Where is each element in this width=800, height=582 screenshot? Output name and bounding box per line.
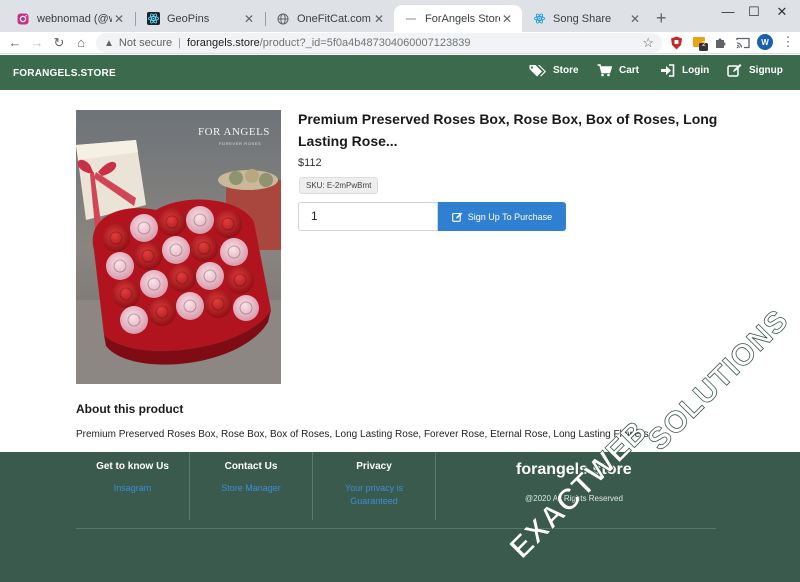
footer-heading: Privacy (356, 461, 392, 472)
tab-instagram[interactable]: webnomad (@webnomad) ✕ (6, 5, 134, 32)
chrome-menu-icon[interactable]: ⋮ (779, 34, 797, 50)
react-icon (146, 12, 160, 26)
site-brand[interactable]: FORANGELS.STORE (13, 68, 116, 79)
instagram-link[interactable]: Insagram (76, 482, 189, 495)
minimize-button[interactable]: — (718, 4, 738, 19)
ublock-extension-icon[interactable] (670, 36, 684, 50)
tab-title: webnomad (@webnomad) (37, 12, 112, 25)
tags-icon (529, 65, 546, 77)
product-price: $112 (298, 157, 322, 169)
sign-up-to-purchase-button[interactable]: Sign Up To Purchase (438, 202, 566, 231)
tab-forangels[interactable]: ForAngels Store ✕ (394, 5, 522, 32)
new-tab-button[interactable]: + (656, 9, 667, 27)
cart-icon (597, 64, 612, 77)
browser-tab-strip: webnomad (@webnomad) ✕ GeoPins ✕ OneFitC… (0, 0, 800, 32)
product-image: FOR ANGELS FOREVER ROSES (76, 110, 281, 384)
product-title: Premium Preserved Roses Box, Rose Box, B… (298, 111, 718, 149)
url-path: /product?_id=5f0a4b487304060007123839 (259, 37, 471, 49)
image-brand-text: FOR ANGELS (198, 126, 270, 138)
tab-geopins[interactable]: GeoPins ✕ (136, 5, 264, 32)
tab-songshare[interactable]: Song Share ✕ (522, 5, 650, 32)
nav-cart[interactable]: Cart (597, 64, 639, 77)
footer-copyright: @2020 All Rights Reserved (525, 494, 623, 503)
maximize-button[interactable]: ☐ (744, 4, 764, 20)
footer-heading: Get to know Us (96, 461, 169, 472)
footer-divider (435, 452, 436, 520)
back-button[interactable]: ← (6, 35, 24, 51)
tab-title: ForAngels Store (425, 12, 500, 25)
tab-onefitcat[interactable]: OneFitCat.com Solutions ✕ (266, 5, 394, 32)
footer-heading: Contact Us (224, 461, 278, 472)
signup-icon (727, 64, 742, 77)
profile-avatar[interactable]: W (757, 34, 773, 50)
forward-button[interactable]: → (28, 35, 46, 51)
nav-signup-label: Signup (749, 65, 783, 76)
nav-store-label: Store (553, 65, 579, 76)
close-icon[interactable]: ✕ (112, 12, 126, 26)
nav-login[interactable]: Login (660, 64, 709, 77)
login-icon (661, 64, 675, 77)
window-close-button[interactable]: ✕ (772, 4, 792, 20)
quantity-input[interactable]: 1 (298, 202, 438, 231)
purchase-button-label: Sign Up To Purchase (467, 211, 553, 222)
footer-col-contact: Contact Us Store Manager (190, 452, 312, 520)
blank-page-icon (404, 12, 418, 26)
about-text: Premium Preserved Roses Box, Rose Box, B… (76, 429, 649, 440)
home-button[interactable]: ⌂ (72, 35, 90, 51)
footer-col-get-to-know: Get to know Us Insagram (76, 452, 189, 520)
close-icon[interactable]: ✕ (372, 12, 386, 26)
browser-toolbar: ← → ↻ ⌂ ▲ Not secure | forangels.store/p… (0, 32, 800, 54)
tab-title: GeoPins (167, 12, 210, 25)
store-manager-link[interactable]: Store Manager (190, 482, 312, 495)
puzzle-extensions-icon[interactable] (714, 36, 728, 50)
site-footer: Get to know Us Insagram Contact Us Store… (0, 452, 800, 582)
tab-title: Song Share (553, 12, 612, 25)
url-host: forangels.store (186, 37, 260, 49)
instagram-icon (16, 12, 30, 26)
privacy-link[interactable]: Your privacy is Guaranteed (339, 482, 409, 508)
footer-rule (76, 528, 716, 529)
cast-icon[interactable] (736, 36, 750, 50)
nav-cart-label: Cart (619, 65, 640, 76)
site-header: FORANGELS.STORE Store Cart Login Signup (0, 55, 800, 90)
warning-icon: ▲ (104, 37, 114, 49)
react-icon (532, 12, 546, 26)
tab-title: OneFitCat.com Solutions (297, 12, 372, 25)
product-page: FOR ANGELS FOREVER ROSES Premium Preserv… (0, 90, 800, 452)
globe-icon (276, 12, 290, 26)
close-icon[interactable]: ✕ (500, 12, 514, 26)
about-heading: About this product (76, 402, 184, 416)
footer-brand: forangels.store (516, 461, 632, 478)
nav-signup[interactable]: Signup (727, 64, 783, 77)
reload-button[interactable]: ↻ (50, 35, 68, 51)
edit-icon (451, 212, 463, 222)
close-icon[interactable]: ✕ (242, 12, 256, 26)
security-label: Not secure (118, 37, 173, 49)
image-subtitle-text: FOREVER ROSES (219, 141, 262, 146)
close-icon[interactable]: ✕ (628, 12, 642, 26)
address-bar[interactable]: ▲ Not secure | forangels.store/product?_… (96, 33, 662, 53)
sku-badge: SKU: E-2mPwBmt (299, 177, 379, 194)
footer-col-privacy: Privacy Your privacy is Guaranteed (313, 452, 435, 520)
extension-badge-count: 2 (702, 41, 706, 48)
address-separator: | (178, 37, 181, 49)
nav-login-label: Login (682, 65, 710, 76)
bookmark-star-icon[interactable]: ☆ (642, 35, 654, 51)
nav-store[interactable]: Store (529, 64, 579, 77)
